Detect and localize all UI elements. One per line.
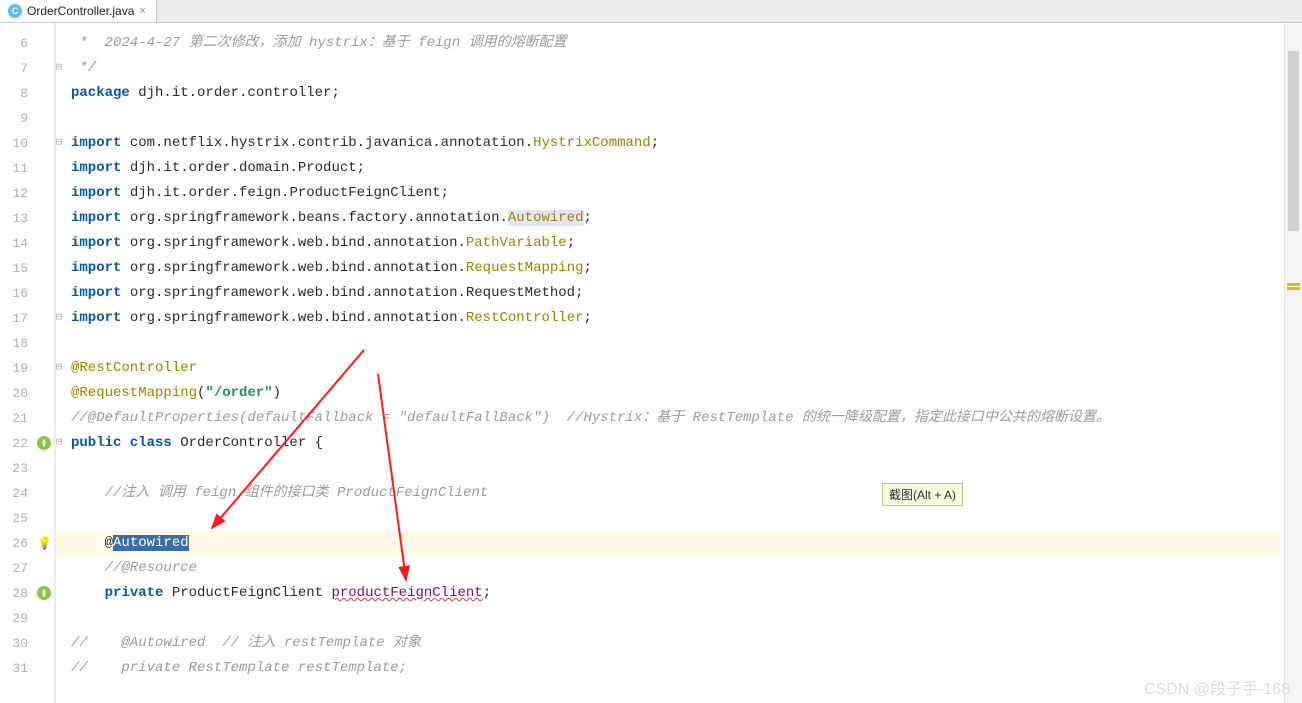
fold-spacer xyxy=(53,506,65,531)
editor-tab-bar: C OrderController.java × xyxy=(0,0,1302,23)
selected-text: Autowired xyxy=(113,535,189,551)
fold-spacer xyxy=(53,231,65,256)
code-line[interactable]: // private RestTemplate restTemplate; xyxy=(56,656,1302,681)
code-line[interactable]: import org.springframework.web.bind.anno… xyxy=(56,281,1302,306)
file-tab[interactable]: C OrderController.java × xyxy=(0,0,157,22)
code-line[interactable]: ⊟ */ xyxy=(56,56,1302,81)
fold-spacer xyxy=(53,181,65,206)
fold-toggle-icon[interactable]: ⊟ xyxy=(53,56,65,81)
code-line[interactable] xyxy=(56,456,1302,481)
fold-spacer xyxy=(53,106,65,131)
code-line[interactable]: //@Resource xyxy=(56,556,1302,581)
code-line[interactable]: // @Autowired // 注入 restTemplate 对象 xyxy=(56,631,1302,656)
screenshot-tooltip: 截图(Alt + A) xyxy=(882,483,963,506)
code-line[interactable]: ⊟import org.springframework.web.bind.ann… xyxy=(56,306,1302,331)
code-line[interactable]: package djh.it.order.controller; xyxy=(56,81,1302,106)
fold-spacer xyxy=(53,406,65,431)
fold-toggle-icon[interactable]: ⊟ xyxy=(53,306,65,331)
code-line[interactable]: import org.springframework.beans.factory… xyxy=(56,206,1302,231)
intention-bulb-icon[interactable]: 💡 xyxy=(37,536,51,550)
gutter: 💡 67891011121314151617181920212223242526… xyxy=(0,23,56,703)
fold-toggle-icon[interactable]: ⊟ xyxy=(53,131,65,156)
java-class-icon: C xyxy=(8,4,22,18)
spring-bean-icon[interactable] xyxy=(37,586,51,600)
fold-spacer xyxy=(53,556,65,581)
fold-spacer xyxy=(53,456,65,481)
code-line[interactable]: ⊟import com.netflix.hystrix.contrib.java… xyxy=(56,131,1302,156)
code-line[interactable]: import djh.it.order.feign.ProductFeignCl… xyxy=(56,181,1302,206)
code-area[interactable]: * 2024-4-27 第二次修改，添加 hystrix：基于 feign 调用… xyxy=(56,23,1302,703)
fold-spacer xyxy=(53,631,65,656)
code-line[interactable] xyxy=(56,106,1302,131)
code-line[interactable]: @Autowired xyxy=(56,531,1302,556)
fold-spacer xyxy=(53,331,65,356)
fold-spacer xyxy=(53,481,65,506)
spring-bean-icon[interactable] xyxy=(37,436,51,450)
code-line[interactable] xyxy=(56,606,1302,631)
code-line[interactable] xyxy=(56,506,1302,531)
code-line[interactable]: //@DefaultProperties(defaultFallback = "… xyxy=(56,406,1302,431)
code-line[interactable]: import djh.it.order.domain.Product; xyxy=(56,156,1302,181)
fold-spacer xyxy=(53,81,65,106)
fold-toggle-icon[interactable]: ⊟ xyxy=(53,431,65,456)
fold-toggle-icon[interactable]: ⊟ xyxy=(53,356,65,381)
code-line[interactable]: //注入 调用 feign 组件的接口类 ProductFeignClient xyxy=(56,481,1302,506)
code-line[interactable] xyxy=(56,331,1302,356)
fold-spacer xyxy=(53,606,65,631)
code-line[interactable]: ⊟public class OrderController { xyxy=(56,431,1302,456)
editor: 💡 67891011121314151617181920212223242526… xyxy=(0,23,1302,703)
code-line[interactable]: import org.springframework.web.bind.anno… xyxy=(56,256,1302,281)
code-line[interactable]: import org.springframework.web.bind.anno… xyxy=(56,231,1302,256)
scroll-marker xyxy=(1287,287,1300,290)
fold-spacer xyxy=(53,156,65,181)
code-line[interactable]: private ProductFeignClient productFeignC… xyxy=(56,581,1302,606)
fold-spacer xyxy=(53,531,65,556)
fold-spacer xyxy=(53,656,65,681)
fold-spacer xyxy=(53,31,65,56)
scroll-marker xyxy=(1287,283,1300,286)
fold-spacer xyxy=(53,281,65,306)
code-line[interactable]: * 2024-4-27 第二次修改，添加 hystrix：基于 feign 调用… xyxy=(56,31,1302,56)
code-line[interactable]: @RequestMapping("/order") xyxy=(56,381,1302,406)
fold-spacer xyxy=(53,381,65,406)
fold-spacer xyxy=(53,206,65,231)
code-line[interactable]: ⊟@RestController xyxy=(56,356,1302,381)
fold-spacer xyxy=(53,581,65,606)
fold-spacer xyxy=(53,256,65,281)
vertical-scrollbar[interactable] xyxy=(1284,23,1302,703)
close-icon[interactable]: × xyxy=(139,5,145,17)
tab-filename: OrderController.java xyxy=(27,4,134,18)
scroll-thumb[interactable] xyxy=(1288,51,1299,231)
